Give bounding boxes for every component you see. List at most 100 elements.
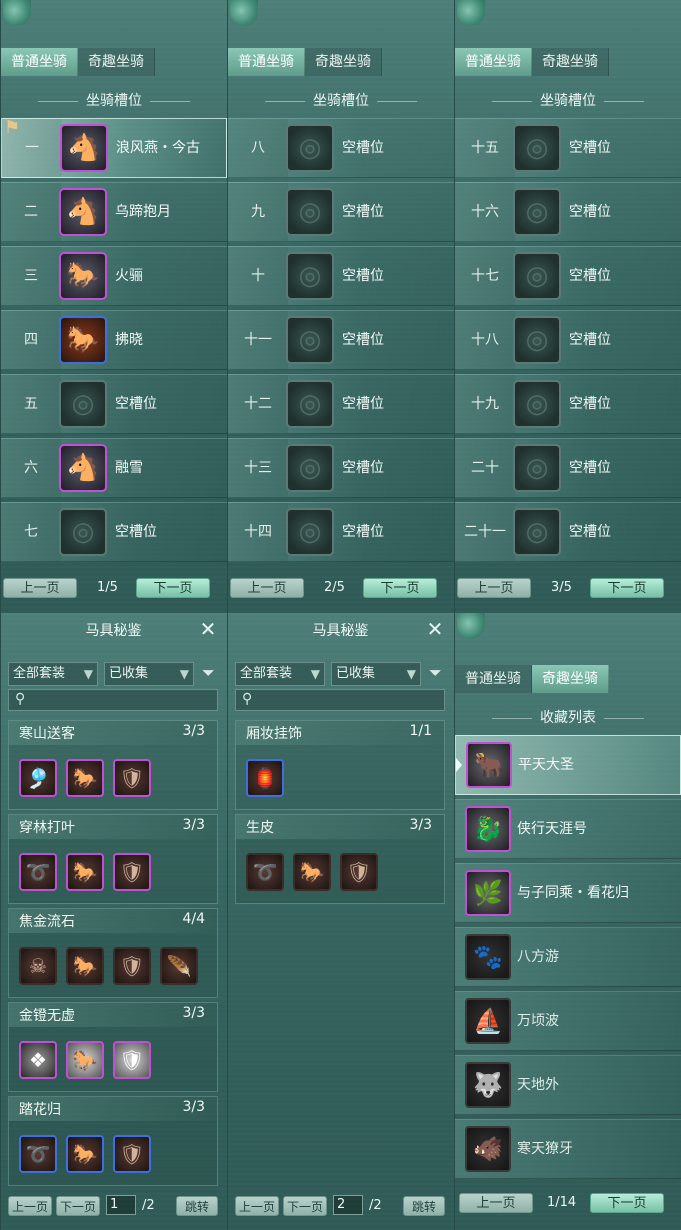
- search-input[interactable]: ⚲: [8, 689, 218, 711]
- next-page-button[interactable]: 下一页: [590, 578, 664, 598]
- empty-slot-icon: ◎: [513, 444, 561, 492]
- mount-slot[interactable]: 十七 ◎ 空槽位: [455, 246, 681, 306]
- slot-number: 六: [1, 439, 61, 497]
- prev-page-button[interactable]: 上一页: [235, 1196, 279, 1216]
- prev-page-button[interactable]: 上一页: [230, 578, 304, 598]
- mount-slot[interactable]: 十五 ◎ 空槽位: [455, 118, 681, 178]
- grey-horse-icon: 🐴: [59, 188, 107, 236]
- mount-slot[interactable]: 一 ⚑ 🐴 浪风燕・今古: [1, 117, 227, 178]
- next-page-button[interactable]: 下一页: [363, 578, 437, 598]
- tab-normal-mounts[interactable]: 普通坐骑: [455, 665, 532, 693]
- game-screen: 普通坐骑 奇趣坐骑 坐骑槽位 一 ⚑ 🐴 浪风燕・今古 二 🐴 乌蹄抱月 三 🐎…: [0, 0, 681, 1230]
- collection-panel: 普通坐骑 奇趣坐骑 收藏列表 🐂 平天大圣 🐉 侠行天涯号 🌿 与子同乘・看花归…: [454, 613, 681, 1230]
- mount-name: 火骊: [115, 268, 143, 284]
- mount-slot[interactable]: 二十一 ◎ 空槽位: [455, 502, 681, 562]
- set-filter-dropdown[interactable]: 全部套装 ▼: [8, 662, 98, 686]
- mount-slot[interactable]: 六 🐴 融雪: [1, 438, 227, 498]
- collection-item[interactable]: 🌿 与子同乘・看花归: [455, 863, 681, 923]
- locked-mount-icon: 🐺: [465, 1062, 511, 1108]
- slot-number: 十七: [455, 247, 515, 305]
- collection-item-name: 侠行天涯号: [517, 821, 587, 837]
- prev-page-button[interactable]: 上一页: [459, 1193, 533, 1213]
- page-number-input[interactable]: 2: [333, 1195, 363, 1215]
- status-filter-dropdown[interactable]: 已收集 ▼: [104, 662, 194, 686]
- collection-item[interactable]: 🐂 平天大圣: [455, 735, 681, 795]
- collection-item-name: 天地外: [517, 1077, 559, 1093]
- mount-name: 空槽位: [342, 460, 384, 476]
- pager: 上一页 1/5 下一页: [1, 578, 227, 600]
- prev-page-button[interactable]: 上一页: [457, 578, 531, 598]
- mount-name: 空槽位: [342, 204, 384, 220]
- mount-slot[interactable]: 十一 ◎ 空槽位: [228, 310, 454, 370]
- mount-name: 空槽位: [115, 524, 157, 540]
- tab-fun-mounts[interactable]: 奇趣坐骑: [532, 665, 609, 693]
- mount-name: 拂晓: [115, 332, 143, 348]
- next-page-button[interactable]: 下一页: [56, 1196, 100, 1216]
- collection-item[interactable]: 🐉 侠行天涯号: [455, 799, 681, 859]
- prev-page-button[interactable]: 上一页: [3, 578, 77, 598]
- slot-number: 十二: [228, 375, 288, 433]
- next-page-button[interactable]: 下一页: [590, 1193, 664, 1213]
- mount-name: 空槽位: [342, 524, 384, 540]
- jade-ornament-icon: [457, 0, 485, 26]
- search-input[interactable]: ⚲: [235, 689, 445, 711]
- mount-slot[interactable]: 十三 ◎ 空槽位: [228, 438, 454, 498]
- collection-item[interactable]: 🐾 八方游: [455, 927, 681, 987]
- tab-normal-mounts[interactable]: 普通坐骑: [455, 48, 532, 76]
- close-icon[interactable]: ✕: [424, 618, 446, 640]
- jump-button[interactable]: 跳转: [176, 1196, 218, 1216]
- mount-slot[interactable]: 二十 ◎ 空槽位: [455, 438, 681, 498]
- collection-item[interactable]: 🐗 寒天獠牙: [455, 1119, 681, 1179]
- prev-page-button[interactable]: 上一页: [8, 1196, 52, 1216]
- slot-number: 九: [228, 183, 288, 241]
- mount-panel-2: 普通坐骑 奇趣坐骑 坐骑槽位 八 ◎ 空槽位 九 ◎ 空槽位 十 ◎ 空槽位 十一 ◎ 空槽位 …: [227, 0, 454, 613]
- mount-slot[interactable]: 五 ◎ 空槽位: [1, 374, 227, 434]
- page-indicator: 3/5: [551, 580, 572, 595]
- close-icon[interactable]: ✕: [197, 618, 219, 640]
- next-page-button[interactable]: 下一页: [283, 1196, 327, 1216]
- mount-slot[interactable]: 十 ◎ 空槽位: [228, 246, 454, 306]
- mount-slot[interactable]: 十二 ◎ 空槽位: [228, 374, 454, 434]
- mount-slot[interactable]: 十四 ◎ 空槽位: [228, 502, 454, 562]
- mount-tabs: 普通坐骑 奇趣坐骑: [1, 48, 155, 76]
- slot-number: 十四: [228, 503, 288, 561]
- slot-number: 十六: [455, 183, 515, 241]
- slot-number: 七: [1, 503, 61, 561]
- slot-number: 十八: [455, 311, 515, 369]
- tab-normal-mounts[interactable]: 普通坐骑: [1, 48, 78, 76]
- search-icon: ⚲: [15, 691, 26, 707]
- section-title: 坐骑槽位: [1, 90, 227, 112]
- mount-slot[interactable]: 九 ◎ 空槽位: [228, 182, 454, 242]
- set-filter-value: 全部套装: [240, 666, 293, 681]
- mount-slot[interactable]: 十九 ◎ 空槽位: [455, 374, 681, 434]
- mount-slot[interactable]: 四 🐎 拂晓: [1, 310, 227, 370]
- chevron-down-icon: ▼: [83, 667, 93, 681]
- slot-number: 十九: [455, 375, 515, 433]
- horse-carriage-icon: 🌿: [465, 870, 511, 916]
- page-number-input[interactable]: 1: [106, 1195, 136, 1215]
- mount-slot[interactable]: 十六 ◎ 空槽位: [455, 182, 681, 242]
- filter-icon[interactable]: ⏷: [429, 664, 447, 682]
- filter-icon[interactable]: ⏷: [202, 664, 220, 682]
- tab-normal-mounts[interactable]: 普通坐骑: [228, 48, 305, 76]
- status-filter-dropdown[interactable]: 已收集 ▼: [331, 662, 421, 686]
- collection-item[interactable]: 🐺 天地外: [455, 1055, 681, 1115]
- selected-caret-icon: [456, 758, 462, 772]
- jump-button[interactable]: 跳转: [403, 1196, 445, 1216]
- collection-item[interactable]: ⛵ 万顷波: [455, 991, 681, 1051]
- next-page-button[interactable]: 下一页: [136, 578, 210, 598]
- tab-fun-mounts[interactable]: 奇趣坐骑: [305, 48, 382, 76]
- empty-slot-icon: ◎: [59, 380, 107, 428]
- mount-slot[interactable]: 七 ◎ 空槽位: [1, 502, 227, 562]
- mount-slot[interactable]: 十八 ◎ 空槽位: [455, 310, 681, 370]
- mount-slot[interactable]: 二 🐴 乌蹄抱月: [1, 182, 227, 242]
- collection-item-name: 万顷波: [517, 1013, 559, 1029]
- mount-slot[interactable]: 三 🐎 火骊: [1, 246, 227, 306]
- mount-name: 空槽位: [569, 396, 611, 412]
- set-filter-dropdown[interactable]: 全部套装 ▼: [235, 662, 325, 686]
- mount-slot[interactable]: 八 ◎ 空槽位: [228, 118, 454, 178]
- tab-fun-mounts[interactable]: 奇趣坐骑: [78, 48, 155, 76]
- tab-fun-mounts[interactable]: 奇趣坐骑: [532, 48, 609, 76]
- mount-tabs: 普通坐骑 奇趣坐骑: [228, 48, 382, 76]
- page-indicator: 1/5: [97, 580, 118, 595]
